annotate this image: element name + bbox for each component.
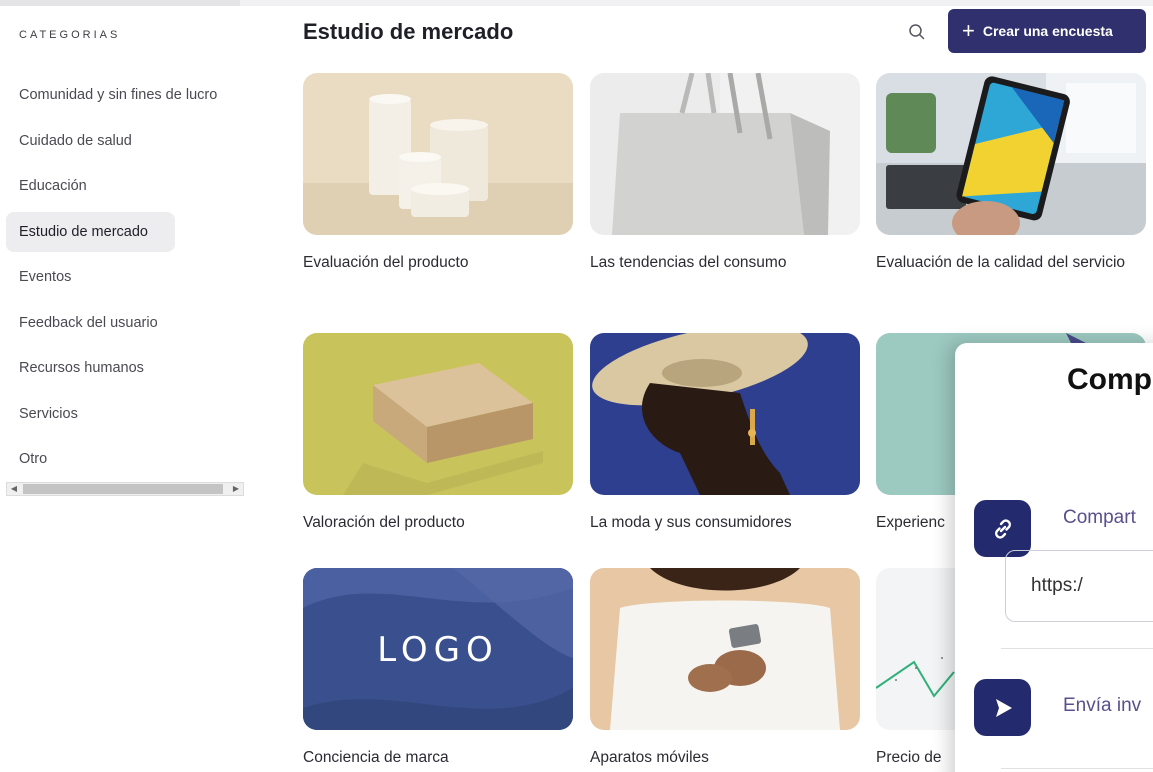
tablet-in-hand-image (876, 73, 1146, 235)
template-card[interactable]: Evaluación del producto (303, 73, 573, 275)
search-icon (909, 24, 925, 40)
link-icon (994, 518, 1011, 539)
template-card[interactable]: Evaluación de la calidad del servicio (876, 73, 1146, 275)
template-title: Las tendencias del consumo (590, 254, 787, 271)
share-link-button[interactable] (974, 500, 1031, 557)
scroll-left-arrow-icon[interactable]: ◀ (7, 483, 21, 495)
white-cylinders-image (303, 73, 573, 235)
template-card[interactable]: Valoración del producto (303, 333, 573, 535)
cardboard-box-image (303, 333, 573, 495)
category-item-salud[interactable]: Cuidado de salud (6, 121, 246, 161)
template-title: La moda y sus consumidores (590, 514, 792, 531)
category-item-recursos-humanos[interactable]: Recursos humanos (6, 348, 246, 388)
categories-sidebar: CATEGORIAS Comunidad y sin fines de lucr… (0, 6, 248, 772)
plus-icon: + (962, 18, 975, 43)
app-root: CATEGORIAS Comunidad y sin fines de lucr… (0, 0, 1153, 772)
category-item-otro[interactable]: Otro (6, 439, 246, 479)
share-panel-title: Comp (1067, 363, 1152, 396)
category-item-comunidad[interactable]: Comunidad y sin fines de lucro (6, 75, 246, 115)
share-url-field[interactable]: https:/ (1005, 550, 1153, 622)
category-item-eventos[interactable]: Eventos (6, 257, 246, 297)
woman-with-hat-image (590, 333, 860, 495)
horizontal-scrollbar[interactable]: ◀ ▶ (6, 482, 244, 496)
logo-text: LOGO (377, 630, 499, 670)
share-panel: Comp Compart https:/ Envía inv (955, 343, 1153, 772)
create-survey-button[interactable]: + Crear una encuesta (948, 9, 1146, 53)
category-item-educacion[interactable]: Educación (6, 166, 246, 206)
page-title: Estudio de mercado (303, 19, 514, 44)
send-icon (995, 698, 1012, 717)
template-card[interactable]: LOGO Conciencia de marca (303, 568, 573, 770)
template-card[interactable]: Las tendencias del consumo (590, 73, 860, 275)
categories-list: Comunidad y sin fines de lucro Cuidado d… (6, 75, 246, 485)
scrollbar-thumb[interactable] (23, 484, 223, 494)
categories-heading: CATEGORIAS (19, 29, 121, 41)
template-card[interactable]: Aparatos móviles (590, 568, 860, 770)
share-link-label: Compart (1063, 507, 1136, 528)
divider (1001, 768, 1153, 769)
template-title: Aparatos móviles (590, 749, 709, 766)
category-item-estudio-mercado[interactable]: Estudio de mercado (6, 211, 175, 252)
template-title: Evaluación de la calidad del servicio (876, 254, 1126, 271)
search-button[interactable] (905, 20, 929, 44)
template-title: Evaluación del producto (303, 254, 469, 271)
woman-with-phone-image (590, 568, 860, 730)
divider (1001, 648, 1153, 649)
template-card[interactable]: La moda y sus consumidores (590, 333, 860, 535)
create-survey-label: Crear una encuesta (982, 23, 1113, 39)
send-invite-button[interactable] (974, 679, 1031, 736)
shopping-bag-image (590, 73, 860, 235)
logo-placeholder-image: LOGO (303, 568, 573, 730)
category-item-feedback[interactable]: Feedback del usuario (6, 303, 246, 343)
send-invite-label: Envía inv (1063, 695, 1142, 716)
category-item-servicios[interactable]: Servicios (6, 394, 246, 434)
template-title: Conciencia de marca (303, 749, 449, 766)
scroll-right-arrow-icon[interactable]: ▶ (229, 483, 243, 495)
template-title: Valoración del producto (303, 514, 465, 531)
